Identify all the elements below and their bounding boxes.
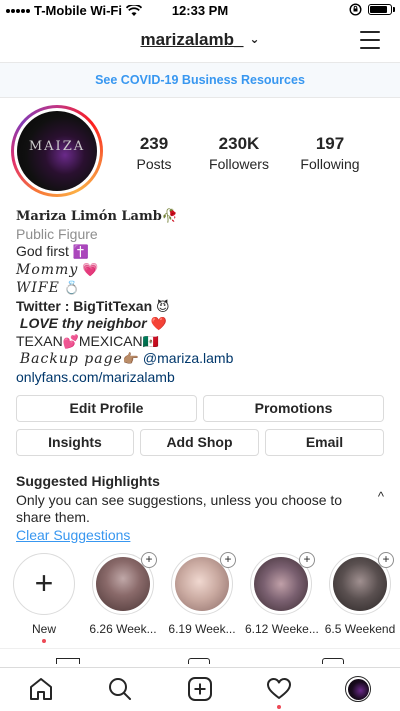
clear-suggestions-link[interactable]: Clear Suggestions: [16, 527, 130, 543]
chevron-down-icon[interactable]: ⌄: [249, 32, 259, 46]
cross-emoji: ✝️: [72, 244, 89, 259]
highlight-label: 6.5 Weekend: [324, 622, 396, 636]
stat-posts[interactable]: 239 Posts: [120, 134, 188, 172]
hearts-emoji: 💕: [62, 333, 79, 349]
highlight-label: 6.12 Weeke...: [245, 622, 319, 636]
add-highlight-plus-icon[interactable]: +: [141, 552, 157, 568]
avatar-text: MAIZA: [28, 139, 86, 154]
email-button[interactable]: Email: [265, 429, 384, 456]
bio: Mariza Limón Lamb🥀 Public Figure God fir…: [16, 207, 386, 386]
suggested-highlights-text: Only you can see suggestions, unless you…: [16, 492, 343, 525]
highlight-label: New: [31, 622, 56, 636]
battery-icon: [368, 4, 395, 15]
rose-emoji: 🥀: [161, 208, 179, 223]
activity-heart-icon[interactable]: [266, 676, 292, 702]
stat-followers[interactable]: 230K Followers: [188, 134, 290, 172]
website-link[interactable]: onlyfans.com/marizalamb: [16, 369, 175, 385]
story-ring[interactable]: MAIZA: [11, 105, 103, 197]
home-icon[interactable]: [28, 676, 54, 702]
grid-icon[interactable]: [56, 658, 80, 664]
bio-line-5: LOVE thy neighbor: [19, 315, 147, 331]
ring-emoji: 💍: [63, 280, 80, 295]
profile-stats: 239 Posts 230K Followers 197 Following: [120, 134, 400, 172]
account-switcher[interactable]: marizalamb_ ⌄: [0, 30, 400, 50]
bio-line-6b: MEXICAN: [78, 332, 143, 349]
bio-line-1: God first: [16, 243, 69, 259]
profile-tabs: [0, 648, 400, 668]
bio-line-2: Mommy: [16, 261, 79, 278]
status-bar: T-Mobile Wi-Fi 12:33 PM: [0, 0, 400, 22]
username[interactable]: marizalamb_: [140, 30, 243, 49]
suggested-highlights-title: Suggested Highlights: [16, 473, 160, 489]
covid-resources-banner[interactable]: See COVID-19 Business Resources: [0, 62, 400, 98]
collapse-caret-icon[interactable]: ^: [378, 489, 384, 504]
add-highlight-plus-icon[interactable]: +: [378, 552, 394, 568]
new-highlight-circle[interactable]: +: [13, 553, 75, 615]
avatar[interactable]: MAIZA: [17, 111, 97, 191]
display-name: Mariza Limón Lamb: [16, 209, 162, 224]
new-indicator-dot: [42, 639, 46, 643]
igtv-icon[interactable]: [188, 658, 210, 664]
bio-line-7: Backup page: [19, 351, 123, 367]
bio-line-4: Twitter : BigTitTexan: [16, 297, 153, 314]
hamburger-menu-icon[interactable]: [360, 31, 380, 49]
add-highlight-plus-icon[interactable]: +: [220, 552, 236, 568]
bio-line-6a: TEXAN: [16, 332, 63, 349]
mention-link[interactable]: @mariza.lamb: [143, 350, 233, 366]
red-heart-emoji: ❤️: [150, 316, 167, 331]
add-highlight-plus-icon[interactable]: +: [299, 552, 315, 568]
highlight-item[interactable]: + 6.5 Weekend: [324, 552, 396, 636]
clock: 12:33 PM: [171, 3, 229, 18]
profile-avatar[interactable]: [345, 676, 371, 702]
highlight-item[interactable]: + 6.26 Week...: [87, 552, 159, 636]
highlight-label: 6.19 Week...: [168, 622, 236, 636]
profile-header: marizalamb_ ⌄: [0, 22, 400, 62]
activity-notification-dot: [277, 705, 281, 709]
add-shop-button[interactable]: Add Shop: [140, 429, 259, 456]
search-icon[interactable]: [107, 676, 133, 702]
edit-profile-button[interactable]: Edit Profile: [16, 395, 197, 422]
highlight-label: 6.26 Week...: [89, 622, 157, 636]
status-right: [349, 3, 395, 16]
add-post-icon[interactable]: [187, 676, 213, 702]
mexico-flag-emoji: 🇲🇽: [142, 333, 159, 349]
insights-button[interactable]: Insights: [16, 429, 134, 456]
orientation-lock-icon: [349, 3, 362, 16]
promotions-button[interactable]: Promotions: [203, 395, 384, 422]
highlight-item[interactable]: + 6.12 Weeke...: [245, 552, 319, 636]
tagged-icon[interactable]: [322, 658, 344, 664]
stat-following[interactable]: 197 Following: [290, 134, 370, 172]
heart-emoji: 💗: [82, 261, 99, 277]
category-label: Public Figure: [16, 225, 98, 242]
highlight-item[interactable]: + 6.19 Week...: [166, 552, 238, 636]
devil-emoji: 😈: [156, 298, 170, 314]
highlights-row: + New + 6.26 Week... + 6.19 Week... + 6.…: [0, 552, 400, 643]
pointing-emoji: 👉🏽: [122, 351, 140, 366]
highlight-new[interactable]: + New: [8, 553, 80, 643]
plus-icon: +: [34, 565, 54, 601]
bio-line-3: WIFE: [16, 280, 60, 296]
bottom-nav: [0, 667, 400, 711]
